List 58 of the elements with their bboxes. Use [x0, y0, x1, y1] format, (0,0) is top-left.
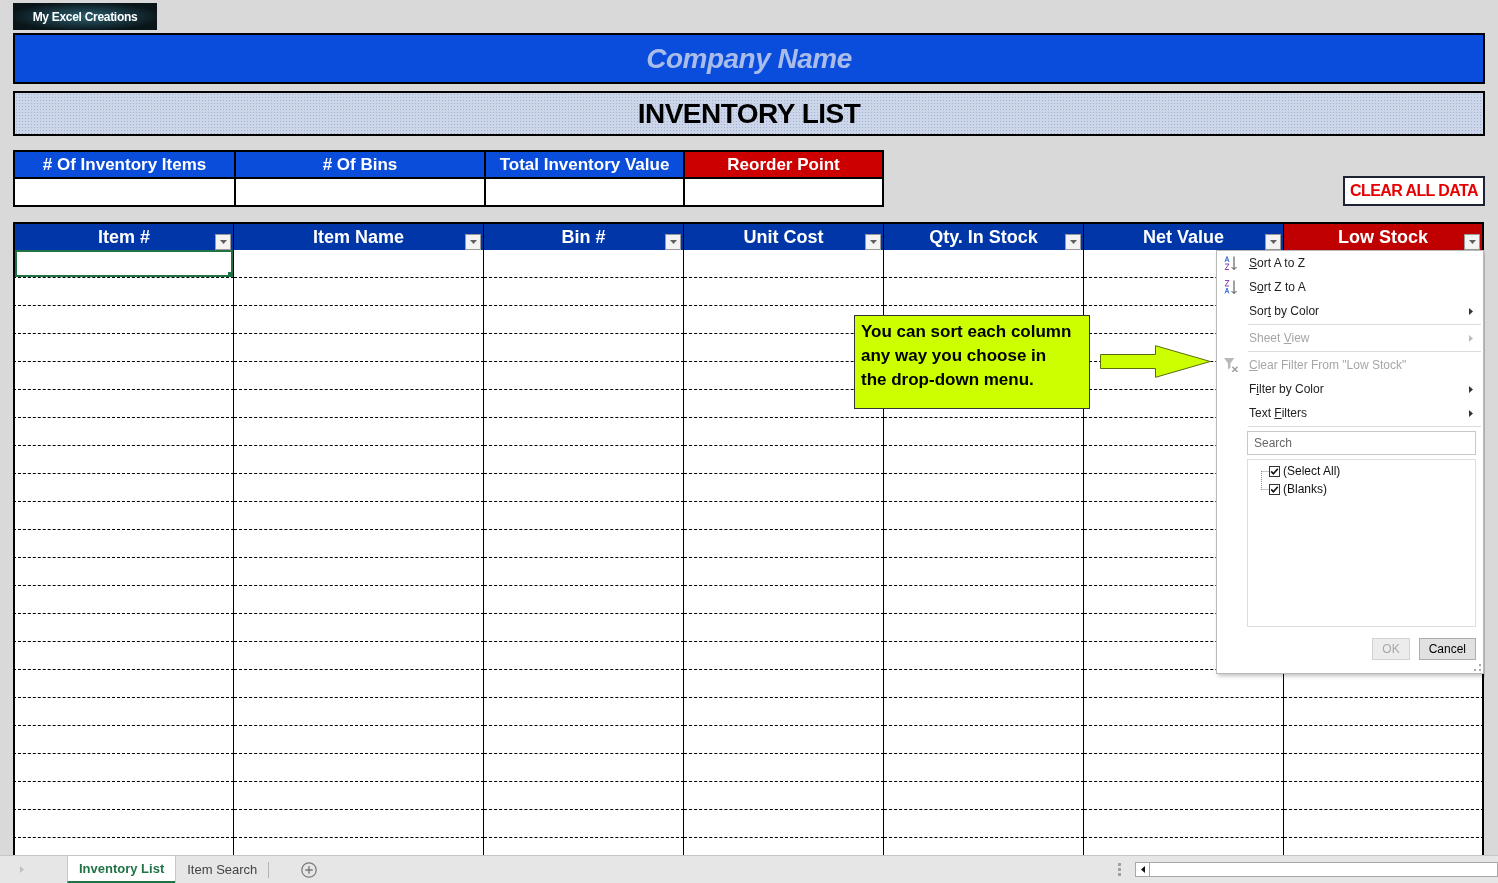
sheet-tab[interactable]: Inventory List [67, 856, 176, 883]
summary-header: Reorder Point [685, 152, 882, 177]
column-title: Low Stock [1337, 226, 1429, 249]
horizontal-scrollbar[interactable] [1135, 862, 1498, 877]
checkbox-label: (Blanks) [1283, 481, 1327, 498]
caret-down-icon [1069, 240, 1077, 244]
logo-badge: My Excel Creations [13, 3, 157, 30]
clear-button[interactable]: CLEAR ALL DATA [1343, 176, 1485, 206]
caret-down-icon [469, 240, 477, 244]
summary-header: Total Inventory Value [486, 152, 683, 177]
caret-down-icon [1269, 240, 1277, 244]
sort-descending-icon [1224, 280, 1238, 294]
caret-right-icon [1469, 385, 1473, 393]
resize-grip-icon[interactable] [1474, 664, 1481, 671]
filter-dropdown-button[interactable] [665, 234, 681, 250]
filter-dropdown-button[interactable] [215, 234, 231, 250]
search-field[interactable]: Search [1247, 431, 1476, 455]
filter-dropdown-button[interactable] [1464, 234, 1480, 250]
filter-dropdown-button[interactable] [865, 234, 881, 250]
menu-item[interactable]: Filter by Color [1217, 377, 1483, 401]
caret-down-icon [869, 240, 877, 244]
menu-item[interactable]: Sort Z to A [1217, 275, 1483, 299]
column-title: Qty. In Stock [928, 226, 1039, 249]
column-title: Net Value [1141, 226, 1225, 249]
checkbox[interactable] [1269, 465, 1280, 477]
filter-dropdown-button[interactable] [465, 234, 481, 250]
fill-handle-icon[interactable] [228, 272, 233, 277]
menu-item[interactable]: Sort A to Z [1217, 251, 1483, 275]
caret-down-icon [669, 240, 677, 244]
caret-left-icon [1140, 866, 1145, 873]
filter-clear-icon [1224, 358, 1238, 372]
splitter-handle-icon[interactable] [1118, 863, 1121, 876]
dialog-button[interactable]: Cancel [1418, 638, 1476, 660]
checkbox-label: (Select All) [1283, 463, 1341, 480]
caret-down-icon [1468, 240, 1476, 244]
caret-right-icon [1469, 409, 1473, 417]
callout-text: You can sort each column any way you choose in the drop-down menu. [861, 321, 1073, 391]
caret-right-icon [20, 866, 24, 873]
summary-header: # Of Bins [236, 152, 484, 177]
tree-lines-icon [1261, 471, 1269, 490]
menu-item[interactable]: Sort by Color [1217, 299, 1483, 323]
inventory-title: INVENTORY LIST [637, 96, 861, 131]
column-title: Item # [97, 226, 151, 249]
caret-right-icon [1469, 334, 1473, 342]
column-title: Bin # [560, 226, 607, 249]
summary-header: # Of Inventory Items [15, 152, 234, 177]
caret-down-icon [219, 240, 227, 244]
company-name: Company Name [646, 41, 852, 76]
column-title: Item Name [311, 226, 405, 249]
add-sheet-button[interactable] [301, 861, 318, 878]
filter-dropdown-button[interactable] [1265, 234, 1281, 250]
column-title: Unit Cost [742, 226, 825, 249]
checkbox[interactable] [1269, 483, 1280, 495]
menu-item[interactable]: Text Filters [1217, 401, 1483, 425]
caret-right-icon [1469, 307, 1473, 315]
plus-circle-icon [301, 861, 318, 878]
sort-ascending-icon [1224, 256, 1238, 270]
filter-dropdown-button[interactable] [1065, 234, 1081, 250]
